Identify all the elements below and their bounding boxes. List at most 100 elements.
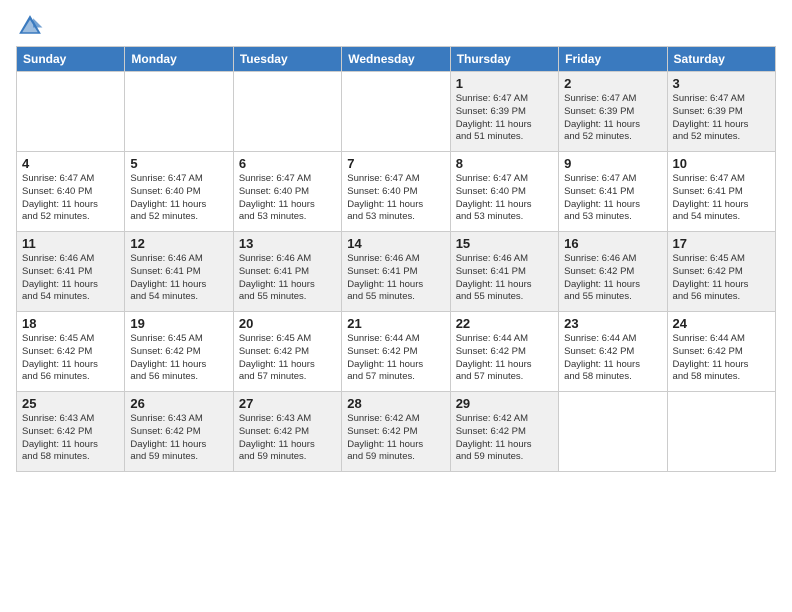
day-detail: Sunrise: 6:45 AM Sunset: 6:42 PM Dayligh…	[22, 333, 119, 384]
calendar-cell: 13 Sunrise: 6:46 AM Sunset: 6:41 PM Dayli…	[233, 232, 341, 312]
header	[16, 12, 776, 40]
day-detail: Sunrise: 6:47 AM Sunset: 6:41 PM Dayligh…	[564, 173, 661, 224]
day-number: 21	[347, 316, 444, 331]
day-number: 10	[673, 156, 770, 171]
calendar-cell: 18 Sunrise: 6:45 AM Sunset: 6:42 PM Dayli…	[17, 312, 125, 392]
day-detail: Sunrise: 6:44 AM Sunset: 6:42 PM Dayligh…	[456, 333, 553, 384]
calendar-cell: 4 Sunrise: 6:47 AM Sunset: 6:40 PM Daylig…	[17, 152, 125, 232]
day-detail: Sunrise: 6:45 AM Sunset: 6:42 PM Dayligh…	[239, 333, 336, 384]
calendar-cell: 22 Sunrise: 6:44 AM Sunset: 6:42 PM Dayli…	[450, 312, 558, 392]
day-number: 24	[673, 316, 770, 331]
day-number: 13	[239, 236, 336, 251]
day-number: 5	[130, 156, 227, 171]
day-number: 25	[22, 396, 119, 411]
calendar-cell: 23Sunrise: 6:44 AM Sunset: 6:42 PM Dayli…	[559, 312, 667, 392]
weekday-header: Sunday	[17, 47, 125, 72]
day-number: 6	[239, 156, 336, 171]
calendar-cell: 3 Sunrise: 6:47 AM Sunset: 6:39 PM Daylig…	[667, 72, 775, 152]
calendar-week-row: 18 Sunrise: 6:45 AM Sunset: 6:42 PM Dayli…	[17, 312, 776, 392]
calendar-cell	[342, 72, 450, 152]
day-detail: Sunrise: 6:44 AM Sunset: 6:42 PM Dayligh…	[673, 333, 770, 384]
calendar-cell: 19 Sunrise: 6:45 AM Sunset: 6:42 PM Dayli…	[125, 312, 233, 392]
day-detail: Sunrise: 6:47 AM Sunset: 6:39 PM Dayligh…	[673, 93, 770, 144]
weekday-header: Tuesday	[233, 47, 341, 72]
day-detail: Sunrise: 6:47 AM Sunset: 6:40 PM Dayligh…	[130, 173, 227, 224]
day-number: 26	[130, 396, 227, 411]
calendar-week-row: 25 Sunrise: 6:43 AM Sunset: 6:42 PM Dayli…	[17, 392, 776, 472]
day-detail: Sunrise: 6:46 AM Sunset: 6:41 PM Dayligh…	[347, 253, 444, 304]
day-detail: Sunrise: 6:47 AM Sunset: 6:40 PM Dayligh…	[456, 173, 553, 224]
calendar-cell: 29 Sunrise: 6:42 AM Sunset: 6:42 PM Dayli…	[450, 392, 558, 472]
day-number: 7	[347, 156, 444, 171]
day-detail: Sunrise: 6:46 AM Sunset: 6:41 PM Dayligh…	[130, 253, 227, 304]
calendar-cell	[125, 72, 233, 152]
calendar-cell: 10Sunrise: 6:47 AM Sunset: 6:41 PM Dayli…	[667, 152, 775, 232]
calendar-cell: 8 Sunrise: 6:47 AM Sunset: 6:40 PM Daylig…	[450, 152, 558, 232]
calendar-cell	[559, 392, 667, 472]
day-detail: Sunrise: 6:47 AM Sunset: 6:40 PM Dayligh…	[239, 173, 336, 224]
calendar-table: SundayMondayTuesdayWednesdayThursdayFrid…	[16, 46, 776, 472]
calendar-cell: 1 Sunrise: 6:47 AM Sunset: 6:39 PM Daylig…	[450, 72, 558, 152]
day-detail: Sunrise: 6:46 AM Sunset: 6:41 PM Dayligh…	[456, 253, 553, 304]
calendar-cell: 7 Sunrise: 6:47 AM Sunset: 6:40 PM Daylig…	[342, 152, 450, 232]
weekday-header: Thursday	[450, 47, 558, 72]
calendar-week-row: 1 Sunrise: 6:47 AM Sunset: 6:39 PM Daylig…	[17, 72, 776, 152]
day-detail: Sunrise: 6:47 AM Sunset: 6:39 PM Dayligh…	[456, 93, 553, 144]
day-detail: Sunrise: 6:43 AM Sunset: 6:42 PM Dayligh…	[22, 413, 119, 464]
weekday-header: Saturday	[667, 47, 775, 72]
logo-icon	[16, 12, 44, 40]
weekday-header: Friday	[559, 47, 667, 72]
day-detail: Sunrise: 6:47 AM Sunset: 6:40 PM Dayligh…	[347, 173, 444, 224]
calendar-cell: 24 Sunrise: 6:44 AM Sunset: 6:42 PM Dayli…	[667, 312, 775, 392]
day-number: 19	[130, 316, 227, 331]
day-detail: Sunrise: 6:42 AM Sunset: 6:42 PM Dayligh…	[456, 413, 553, 464]
day-number: 17	[673, 236, 770, 251]
page: SundayMondayTuesdayWednesdayThursdayFrid…	[0, 0, 792, 612]
day-detail: Sunrise: 6:46 AM Sunset: 6:42 PM Dayligh…	[564, 253, 661, 304]
calendar-cell: 16 Sunrise: 6:46 AM Sunset: 6:42 PM Dayli…	[559, 232, 667, 312]
calendar-cell: 2 Sunrise: 6:47 AM Sunset: 6:39 PM Daylig…	[559, 72, 667, 152]
weekday-header: Monday	[125, 47, 233, 72]
calendar-cell: 12 Sunrise: 6:46 AM Sunset: 6:41 PM Dayli…	[125, 232, 233, 312]
day-number: 28	[347, 396, 444, 411]
day-number: 3	[673, 76, 770, 91]
day-number: 20	[239, 316, 336, 331]
calendar-week-row: 11 Sunrise: 6:46 AM Sunset: 6:41 PM Dayli…	[17, 232, 776, 312]
day-number: 1	[456, 76, 553, 91]
calendar-cell: 15Sunrise: 6:46 AM Sunset: 6:41 PM Dayli…	[450, 232, 558, 312]
day-number: 11	[22, 236, 119, 251]
day-number: 16	[564, 236, 661, 251]
calendar-cell: 26Sunrise: 6:43 AM Sunset: 6:42 PM Dayli…	[125, 392, 233, 472]
day-number: 8	[456, 156, 553, 171]
calendar-cell: 21 Sunrise: 6:44 AM Sunset: 6:42 PM Dayli…	[342, 312, 450, 392]
calendar-cell: 28 Sunrise: 6:42 AM Sunset: 6:42 PM Dayli…	[342, 392, 450, 472]
calendar-header-row: SundayMondayTuesdayWednesdayThursdayFrid…	[17, 47, 776, 72]
day-detail: Sunrise: 6:45 AM Sunset: 6:42 PM Dayligh…	[673, 253, 770, 304]
calendar-cell	[667, 392, 775, 472]
day-number: 9	[564, 156, 661, 171]
day-detail: Sunrise: 6:44 AM Sunset: 6:42 PM Dayligh…	[347, 333, 444, 384]
day-number: 2	[564, 76, 661, 91]
day-number: 12	[130, 236, 227, 251]
day-number: 22	[456, 316, 553, 331]
day-detail: Sunrise: 6:46 AM Sunset: 6:41 PM Dayligh…	[239, 253, 336, 304]
calendar-cell: 20 Sunrise: 6:45 AM Sunset: 6:42 PM Dayli…	[233, 312, 341, 392]
day-number: 4	[22, 156, 119, 171]
day-detail: Sunrise: 6:45 AM Sunset: 6:42 PM Dayligh…	[130, 333, 227, 384]
logo	[16, 12, 48, 40]
day-detail: Sunrise: 6:47 AM Sunset: 6:40 PM Dayligh…	[22, 173, 119, 224]
day-number: 29	[456, 396, 553, 411]
day-number: 14	[347, 236, 444, 251]
calendar-cell: 17 Sunrise: 6:45 AM Sunset: 6:42 PM Dayli…	[667, 232, 775, 312]
calendar-week-row: 4 Sunrise: 6:47 AM Sunset: 6:40 PM Daylig…	[17, 152, 776, 232]
day-number: 18	[22, 316, 119, 331]
calendar-cell: 5 Sunrise: 6:47 AM Sunset: 6:40 PM Daylig…	[125, 152, 233, 232]
day-detail: Sunrise: 6:47 AM Sunset: 6:39 PM Dayligh…	[564, 93, 661, 144]
calendar-cell: 14 Sunrise: 6:46 AM Sunset: 6:41 PM Dayli…	[342, 232, 450, 312]
calendar-cell	[17, 72, 125, 152]
calendar-cell: 11Sunrise: 6:46 AM Sunset: 6:41 PM Dayli…	[17, 232, 125, 312]
day-detail: Sunrise: 6:42 AM Sunset: 6:42 PM Dayligh…	[347, 413, 444, 464]
calendar-cell	[233, 72, 341, 152]
calendar-cell: 25 Sunrise: 6:43 AM Sunset: 6:42 PM Dayli…	[17, 392, 125, 472]
day-number: 23	[564, 316, 661, 331]
